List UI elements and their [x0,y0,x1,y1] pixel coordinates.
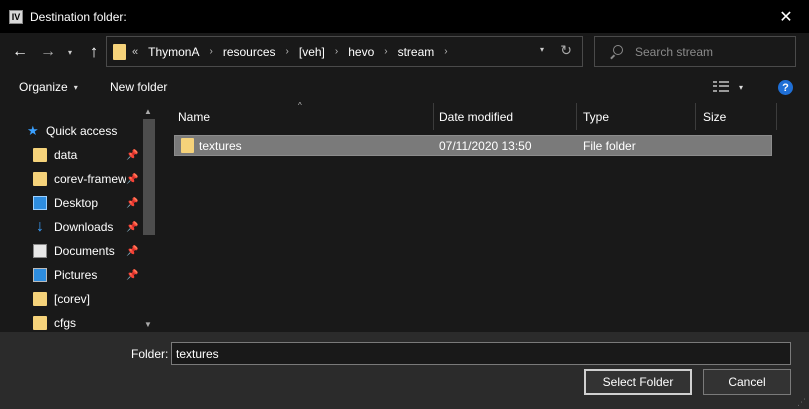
sidebar-item-label: Desktop [54,196,99,210]
file-type: File folder [583,138,636,153]
sidebar-item-label: corev-framew [54,172,126,186]
breadcrumb-separator[interactable]: › [286,46,289,57]
pin-icon: 📌 [126,269,139,281]
cancel-button[interactable]: Cancel [703,369,791,395]
folder-icon [33,292,47,306]
file-name: textures [199,138,242,153]
organize-button[interactable]: Organize ▾ [19,71,78,103]
table-row[interactable]: textures 07/11/2020 13:50 File folder [174,135,772,156]
pin-icon: 📌 [126,245,139,257]
close-button[interactable]: ✕ [763,0,809,33]
sidebar-item-pictures[interactable]: Pictures 📌 [0,263,140,287]
file-date-modified: 07/11/2020 13:50 [439,138,532,153]
view-options-dropdown[interactable]: ▾ [739,71,743,103]
download-icon: ↓ [36,218,44,235]
organize-label: Organize [19,80,68,94]
sidebar-item-documents[interactable]: Documents 📌 [0,239,140,263]
pin-icon: 📌 [126,221,139,233]
resize-grip-icon[interactable]: ⋰ [797,397,807,407]
breadcrumb-thymona[interactable]: ThymonA [148,45,199,59]
breadcrumb-veh[interactable]: [veh] [299,45,325,59]
search-box[interactable] [594,36,796,67]
desktop-icon [33,196,47,210]
app-icon: IV [9,9,23,24]
refresh-icon[interactable]: ↻ [560,42,572,59]
sidebar-item-label: Documents [54,244,115,258]
sidebar-item-corev-framework[interactable]: corev-framew 📌 [0,167,140,191]
scroll-down-icon[interactable]: ▼ [144,320,152,329]
title-bar: IV Destination folder: ✕ [0,0,809,33]
navigation-bar: ← → ▾ ↑ « ThymonA › resources › [veh] › … [0,33,809,71]
window-title: Destination folder: [30,9,127,24]
breadcrumb-separator[interactable]: › [444,46,447,57]
breadcrumb-separator[interactable]: › [209,46,212,57]
breadcrumb-overflow-button[interactable]: « [132,46,138,58]
help-icon[interactable]: ? [778,80,793,95]
file-list: ^ Name Date modified Type Size textures … [166,101,809,332]
sidebar-item-label: Pictures [54,268,98,282]
breadcrumb-separator[interactable]: › [384,46,387,57]
column-header-type[interactable]: Type [583,103,695,130]
folder-name-input[interactable] [171,342,791,365]
breadcrumb-hevo[interactable]: hevo [348,45,374,59]
chevron-down-icon: ▾ [73,82,78,92]
sidebar-item-cfgs[interactable]: cfgs [0,311,140,332]
sidebar-item-desktop[interactable]: Desktop 📌 [0,191,140,215]
pin-icon: 📌 [126,149,139,161]
sidebar-item-label: Quick access [46,124,118,138]
star-icon: ★ [27,123,39,138]
pin-icon: 📌 [126,197,139,209]
select-folder-button[interactable]: Select Folder [584,369,692,395]
address-dropdown-button[interactable]: ▾ [540,45,544,54]
breadcrumb-separator[interactable]: › [335,46,338,57]
column-header-date-modified[interactable]: Date modified [439,103,577,130]
sidebar-item-quick-access[interactable]: ★ Quick access [0,119,140,143]
pictures-icon [33,268,47,282]
address-bar[interactable]: « ThymonA › resources › [veh] › hevo › s… [106,36,583,67]
sidebar-item-corev[interactable]: [corev] [0,287,140,311]
folder-icon [181,138,194,153]
folder-icon [113,43,126,60]
search-icon [609,44,623,60]
sidebar-item-downloads[interactable]: ↓ Downloads 📌 [0,215,140,239]
pin-icon: 📌 [126,173,139,185]
breadcrumb-resources[interactable]: resources [223,45,276,59]
sidebar-item-label: cfgs [54,316,77,330]
forward-button[interactable]: → [38,33,58,71]
folder-icon [33,316,47,330]
sidebar-item-label: Downloads [54,220,114,234]
column-header-size[interactable]: Size [703,103,773,130]
navigation-pane: ★ Quick access data 📌 corev-framew 📌 Des… [0,103,157,332]
sidebar-item-label: [corev] [54,292,91,306]
new-folder-button[interactable]: New folder [110,71,167,103]
recent-locations-dropdown[interactable]: ▾ [62,33,78,71]
command-toolbar: Organize ▾ New folder ▾ ? [0,71,809,103]
folder-label: Folder: [131,347,169,361]
back-button[interactable]: ← [10,33,30,71]
sidebar-item-data[interactable]: data 📌 [0,143,140,167]
up-button[interactable]: ↑ [84,33,104,71]
folder-icon [33,148,47,162]
folder-icon [33,172,47,186]
documents-icon [33,244,47,258]
view-details-icon [713,81,729,93]
column-header-name[interactable]: Name [178,103,433,130]
scrollbar-thumb[interactable] [143,119,155,235]
change-view-button[interactable] [713,71,729,103]
breadcrumb-stream[interactable]: stream [398,45,435,59]
scroll-up-icon[interactable]: ▲ [144,107,152,116]
dialog-footer: Folder: Select Folder Cancel ⋰ [0,332,809,409]
sidebar-item-label: data [54,148,78,162]
search-input[interactable] [635,44,785,59]
